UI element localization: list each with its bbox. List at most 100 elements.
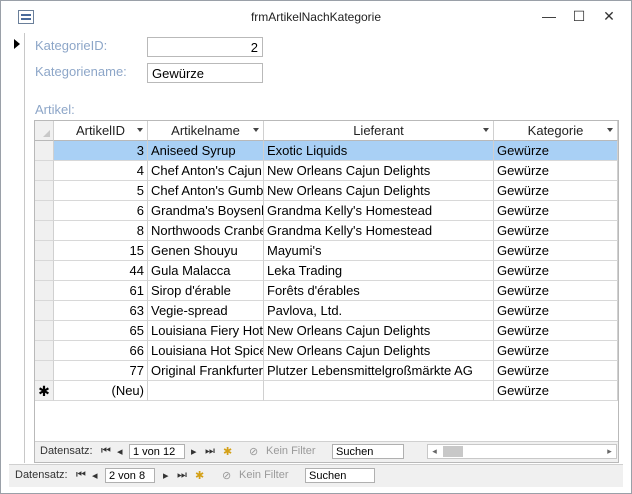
cell-lieferant[interactable]: Plutzer Lebensmittelgroßmärkte AG [264, 361, 494, 381]
cell-artikelid-new[interactable]: (Neu) [54, 381, 148, 401]
cell-artikelname[interactable]: Gula Malacca [148, 261, 264, 281]
cell-kategorie[interactable]: Gewürze [494, 301, 618, 321]
subform-record-position[interactable]: 1 von 12 [129, 444, 185, 459]
cell-artikelname[interactable]: Original Frankfurter grüne Soße [148, 361, 264, 381]
previous-record-icon[interactable]: ◂ [117, 445, 123, 458]
cell-artikelname[interactable]: Genen Shouyu [148, 241, 264, 261]
new-record-row[interactable]: ✱ (Neu) Gewürze [35, 381, 618, 401]
table-row[interactable]: 65 Louisiana Fiery Hot Pepper Sauce New … [35, 321, 618, 341]
row-selector[interactable] [35, 301, 54, 321]
select-all-corner[interactable] [35, 121, 54, 141]
chevron-down-icon[interactable] [483, 128, 489, 132]
cell-artikelid[interactable]: 63 [54, 301, 148, 321]
cell-kategorie[interactable]: Gewürze [494, 201, 618, 221]
cell-artikelname[interactable]: Vegie-spread [148, 301, 264, 321]
row-selector[interactable] [35, 281, 54, 301]
filter-icon[interactable]: ⊘ [249, 445, 258, 458]
maximize-button[interactable]: ☐ [565, 5, 593, 27]
subform-search-input[interactable]: Suchen [332, 444, 404, 459]
last-record-icon[interactable]: ⏭ [177, 469, 187, 482]
kategoriename-field[interactable]: Gewürze [147, 63, 263, 83]
first-record-icon[interactable]: ⏮ [101, 445, 111, 458]
row-selector[interactable] [35, 201, 54, 221]
row-selector[interactable] [35, 181, 54, 201]
table-row[interactable]: 63 Vegie-spread Pavlova, Ltd. Gewürze [35, 301, 618, 321]
next-record-icon[interactable]: ▸ [191, 445, 197, 458]
cell-artikelid[interactable]: 15 [54, 241, 148, 261]
cell-artikelid[interactable]: 8 [54, 221, 148, 241]
cell-artikelname-new[interactable] [148, 381, 264, 401]
cell-artikelname[interactable]: Chef Anton's Gumbo Mix [148, 181, 264, 201]
scrollbar-thumb[interactable] [443, 446, 463, 457]
chevron-down-icon[interactable] [607, 128, 613, 132]
close-button[interactable]: ✕ [595, 5, 623, 27]
cell-artikelid[interactable]: 61 [54, 281, 148, 301]
cell-lieferant[interactable]: Grandma Kelly's Homestead [264, 221, 494, 241]
record-selector[interactable] [9, 33, 25, 463]
new-record-icon[interactable]: ✱ [223, 445, 232, 458]
cell-artikelid[interactable]: 6 [54, 201, 148, 221]
cell-artikelname[interactable]: Sirop d'érable [148, 281, 264, 301]
cell-artikelname[interactable]: Northwoods Cranberry Sauce [148, 221, 264, 241]
form-search-input[interactable]: Suchen [305, 468, 375, 483]
scroll-right-icon[interactable]: ▸ [603, 445, 616, 458]
column-header-lieferant[interactable]: Lieferant [264, 121, 494, 141]
cell-kategorie[interactable]: Gewürze [494, 341, 618, 361]
new-record-icon[interactable]: ✱ [195, 469, 204, 482]
row-selector[interactable] [35, 141, 54, 161]
table-row[interactable]: 66 Louisiana Hot Spiced Okra New Orleans… [35, 341, 618, 361]
cell-kategorie[interactable]: Gewürze [494, 261, 618, 281]
cell-artikelid[interactable]: 3 [54, 141, 148, 161]
subform-filter-status[interactable]: Kein Filter [266, 445, 316, 457]
row-selector[interactable] [35, 161, 54, 181]
cell-kategorie[interactable]: Gewürze [494, 241, 618, 261]
scroll-left-icon[interactable]: ◂ [428, 445, 441, 458]
cell-artikelname[interactable]: Louisiana Hot Spiced Okra [148, 341, 264, 361]
cell-artikelid[interactable]: 44 [54, 261, 148, 281]
previous-record-icon[interactable]: ◂ [92, 469, 98, 482]
cell-artikelid[interactable]: 77 [54, 361, 148, 381]
row-selector[interactable] [35, 241, 54, 261]
column-header-kategorie[interactable]: Kategorie [494, 121, 618, 141]
form-record-position[interactable]: 2 von 8 [105, 468, 155, 483]
cell-lieferant[interactable]: New Orleans Cajun Delights [264, 181, 494, 201]
row-selector[interactable] [35, 221, 54, 241]
cell-artikelid[interactable]: 5 [54, 181, 148, 201]
table-row[interactable]: 4 Chef Anton's Cajun Seasoning New Orlea… [35, 161, 618, 181]
cell-artikelname[interactable]: Chef Anton's Cajun Seasoning [148, 161, 264, 181]
cell-kategorie[interactable]: Gewürze [494, 181, 618, 201]
row-selector[interactable] [35, 361, 54, 381]
column-header-artikelid[interactable]: ArtikelID [54, 121, 148, 141]
cell-kategorie-new[interactable]: Gewürze [494, 381, 618, 401]
new-record-marker-icon[interactable]: ✱ [35, 381, 54, 401]
cell-kategorie[interactable]: Gewürze [494, 161, 618, 181]
table-row[interactable]: 3 Aniseed Syrup Exotic Liquids Gewürze [35, 141, 618, 161]
cell-artikelname[interactable]: Aniseed Syrup [148, 141, 264, 161]
table-row[interactable]: 61 Sirop d'érable Forêts d'érables Gewür… [35, 281, 618, 301]
cell-lieferant[interactable]: Pavlova, Ltd. [264, 301, 494, 321]
row-selector[interactable] [35, 341, 54, 361]
minimize-button[interactable]: — [535, 5, 563, 27]
column-header-artikelname[interactable]: Artikelname [148, 121, 264, 141]
row-selector[interactable] [35, 321, 54, 341]
cell-artikelid[interactable]: 65 [54, 321, 148, 341]
cell-lieferant[interactable]: New Orleans Cajun Delights [264, 161, 494, 181]
cell-lieferant[interactable]: Mayumi's [264, 241, 494, 261]
table-row[interactable]: 8 Northwoods Cranberry Sauce Grandma Kel… [35, 221, 618, 241]
table-row[interactable]: 15 Genen Shouyu Mayumi's Gewürze [35, 241, 618, 261]
cell-lieferant-new[interactable] [264, 381, 494, 401]
cell-artikelname[interactable]: Grandma's Boysenberry Spread [148, 201, 264, 221]
form-filter-status[interactable]: Kein Filter [239, 469, 289, 481]
table-row[interactable]: 5 Chef Anton's Gumbo Mix New Orleans Caj… [35, 181, 618, 201]
table-row[interactable]: 77 Original Frankfurter grüne Soße Plutz… [35, 361, 618, 381]
first-record-icon[interactable]: ⏮ [76, 469, 86, 482]
table-row[interactable]: 6 Grandma's Boysenberry Spread Grandma K… [35, 201, 618, 221]
cell-artikelid[interactable]: 4 [54, 161, 148, 181]
cell-artikelid[interactable]: 66 [54, 341, 148, 361]
chevron-down-icon[interactable] [253, 128, 259, 132]
next-record-icon[interactable]: ▸ [163, 469, 169, 482]
cell-lieferant[interactable]: Leka Trading [264, 261, 494, 281]
cell-lieferant[interactable]: Grandma Kelly's Homestead [264, 201, 494, 221]
cell-lieferant[interactable]: Exotic Liquids [264, 141, 494, 161]
cell-kategorie[interactable]: Gewürze [494, 221, 618, 241]
